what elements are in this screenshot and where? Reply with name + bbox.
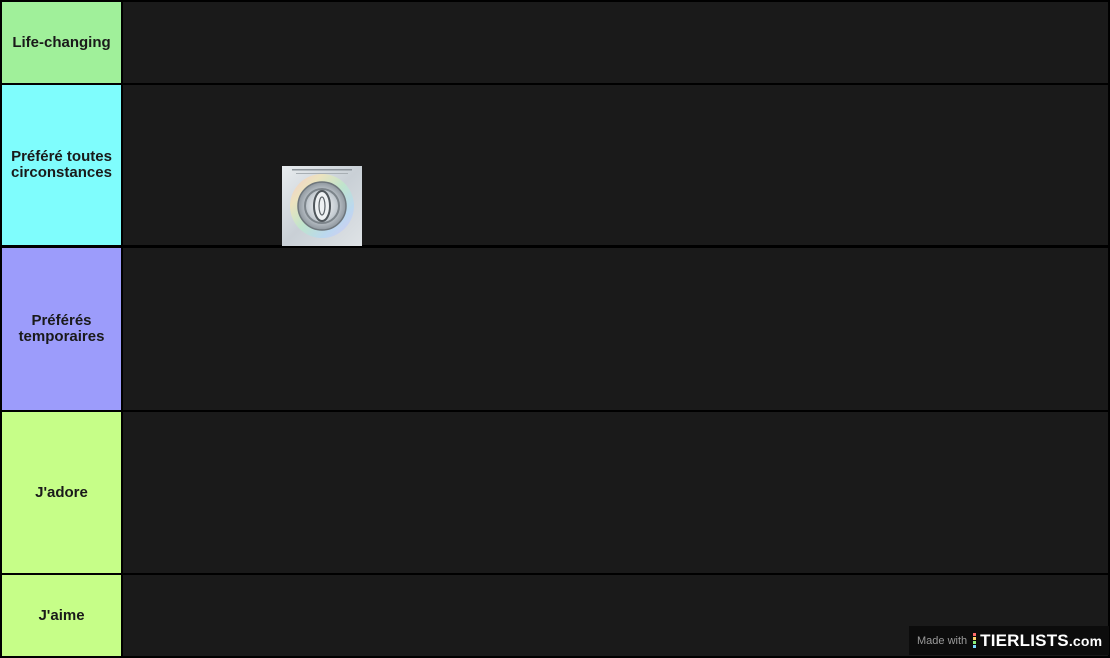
album-cover-item[interactable] bbox=[282, 166, 362, 246]
tier-dropzone[interactable] bbox=[123, 2, 1108, 83]
tier-dropzone[interactable] bbox=[123, 85, 1108, 246]
tierlists-brand-suffix: .com bbox=[1068, 632, 1103, 649]
tierlists-logo-icon bbox=[973, 633, 977, 648]
tier-label[interactable]: J'aime bbox=[2, 575, 121, 656]
tier-label[interactable]: Préférés temporaires bbox=[2, 248, 121, 410]
made-with-label: Made with bbox=[917, 634, 968, 647]
tier-row-preferes-temporaires: Préférés temporaires bbox=[0, 248, 1110, 410]
tier-label[interactable]: J'adore bbox=[2, 412, 121, 573]
made-with-tierlists-watermark[interactable]: Made with TIERLISTS.com bbox=[909, 626, 1109, 655]
tier-list: Life-changing Préféré toutes circonstanc… bbox=[0, 0, 1110, 658]
tier-row-jadore: J'adore bbox=[0, 412, 1110, 573]
tier-row-life-changing: Life-changing bbox=[0, 2, 1110, 83]
tier-label[interactable]: Préféré toutes circonstances bbox=[2, 85, 121, 245]
tier-dropzone[interactable] bbox=[123, 248, 1108, 410]
tier-dropzone[interactable] bbox=[123, 412, 1108, 573]
tier-row-prefere-toutes-circonstances: Préféré toutes circonstances bbox=[0, 85, 1110, 246]
tierlists-brand: TIERLISTS.com bbox=[980, 631, 1102, 651]
tierlists-brand-name: TIERLISTS bbox=[980, 630, 1069, 650]
album-cover-image bbox=[282, 166, 362, 246]
tier-label[interactable]: Life-changing bbox=[2, 2, 121, 83]
